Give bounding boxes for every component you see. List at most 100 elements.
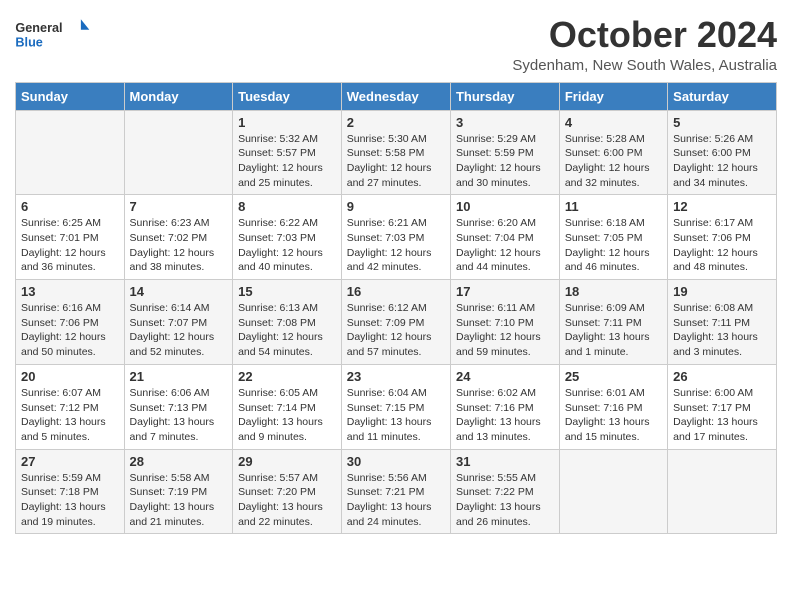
day-detail: Sunrise: 6:13 AM Sunset: 7:08 PM Dayligh…: [238, 301, 336, 360]
day-detail: Sunrise: 6:07 AM Sunset: 7:12 PM Dayligh…: [21, 386, 119, 445]
calendar-cell: 6 Sunrise: 6:25 AM Sunset: 7:01 PM Daylig…: [16, 195, 125, 280]
day-detail: Sunrise: 6:05 AM Sunset: 7:14 PM Dayligh…: [238, 386, 336, 445]
calendar-cell: 22 Sunrise: 6:05 AM Sunset: 7:14 PM Dayli…: [233, 364, 342, 449]
day-detail: Sunrise: 5:59 AM Sunset: 7:18 PM Dayligh…: [21, 471, 119, 530]
day-number: 6: [21, 199, 119, 214]
calendar-cell: 16 Sunrise: 6:12 AM Sunset: 7:09 PM Dayli…: [341, 280, 450, 365]
calendar-cell: [559, 449, 667, 534]
day-number: 17: [456, 284, 554, 299]
calendar-table: SundayMondayTuesdayWednesdayThursdayFrid…: [15, 82, 777, 535]
day-detail: Sunrise: 5:29 AM Sunset: 5:59 PM Dayligh…: [456, 132, 554, 191]
calendar-cell: [668, 449, 777, 534]
calendar-cell: 3 Sunrise: 5:29 AM Sunset: 5:59 PM Daylig…: [450, 110, 559, 195]
day-number: 31: [456, 454, 554, 469]
calendar-week-4: 20 Sunrise: 6:07 AM Sunset: 7:12 PM Dayli…: [16, 364, 777, 449]
day-number: 30: [347, 454, 445, 469]
calendar-cell: 8 Sunrise: 6:22 AM Sunset: 7:03 PM Daylig…: [233, 195, 342, 280]
day-number: 23: [347, 369, 445, 384]
day-detail: Sunrise: 6:04 AM Sunset: 7:15 PM Dayligh…: [347, 386, 445, 445]
day-number: 26: [673, 369, 771, 384]
calendar-week-1: 1 Sunrise: 5:32 AM Sunset: 5:57 PM Daylig…: [16, 110, 777, 195]
calendar-cell: 15 Sunrise: 6:13 AM Sunset: 7:08 PM Dayli…: [233, 280, 342, 365]
calendar-cell: 4 Sunrise: 5:28 AM Sunset: 6:00 PM Daylig…: [559, 110, 667, 195]
day-number: 24: [456, 369, 554, 384]
header-friday: Friday: [559, 82, 667, 110]
calendar-cell: 14Sunrise: 6:14 AM Sunset: 7:07 PM Dayli…: [124, 280, 233, 365]
calendar-cell: 1 Sunrise: 5:32 AM Sunset: 5:57 PM Daylig…: [233, 110, 342, 195]
logo-icon: General Blue: [15, 15, 95, 53]
location: Sydenham, New South Wales, Australia: [512, 57, 777, 74]
month-title: October 2024: [512, 15, 777, 55]
header-sunday: Sunday: [16, 82, 125, 110]
calendar-cell: 11 Sunrise: 6:18 AM Sunset: 7:05 PM Dayli…: [559, 195, 667, 280]
day-detail: Sunrise: 6:02 AM Sunset: 7:16 PM Dayligh…: [456, 386, 554, 445]
day-detail: Sunrise: 6:06 AM Sunset: 7:13 PM Dayligh…: [130, 386, 228, 445]
day-number: 15: [238, 284, 336, 299]
day-detail: Sunrise: 6:23 AM Sunset: 7:02 PM Dayligh…: [130, 216, 228, 275]
calendar-cell: 7Sunrise: 6:23 AM Sunset: 7:02 PM Daylig…: [124, 195, 233, 280]
day-detail: Sunrise: 6:18 AM Sunset: 7:05 PM Dayligh…: [565, 216, 662, 275]
calendar-cell: 21Sunrise: 6:06 AM Sunset: 7:13 PM Dayli…: [124, 364, 233, 449]
day-number: 8: [238, 199, 336, 214]
calendar-cell: 12Sunrise: 6:17 AM Sunset: 7:06 PM Dayli…: [668, 195, 777, 280]
day-detail: Sunrise: 5:57 AM Sunset: 7:20 PM Dayligh…: [238, 471, 336, 530]
day-detail: Sunrise: 5:28 AM Sunset: 6:00 PM Dayligh…: [565, 132, 662, 191]
day-detail: Sunrise: 6:16 AM Sunset: 7:06 PM Dayligh…: [21, 301, 119, 360]
calendar-header-row: SundayMondayTuesdayWednesdayThursdayFrid…: [16, 82, 777, 110]
day-detail: Sunrise: 6:25 AM Sunset: 7:01 PM Dayligh…: [21, 216, 119, 275]
header-saturday: Saturday: [668, 82, 777, 110]
calendar-cell: 2 Sunrise: 5:30 AM Sunset: 5:58 PM Daylig…: [341, 110, 450, 195]
day-number: 28: [130, 454, 228, 469]
calendar-cell: 25Sunrise: 6:01 AM Sunset: 7:16 PM Dayli…: [559, 364, 667, 449]
day-detail: Sunrise: 6:01 AM Sunset: 7:16 PM Dayligh…: [565, 386, 662, 445]
calendar-cell: 20 Sunrise: 6:07 AM Sunset: 7:12 PM Dayli…: [16, 364, 125, 449]
day-number: 3: [456, 115, 554, 130]
header-wednesday: Wednesday: [341, 82, 450, 110]
day-number: 1: [238, 115, 336, 130]
day-number: 2: [347, 115, 445, 130]
day-number: 9: [347, 199, 445, 214]
svg-text:General: General: [15, 21, 62, 35]
calendar-cell: 9 Sunrise: 6:21 AM Sunset: 7:03 PM Daylig…: [341, 195, 450, 280]
day-number: 18: [565, 284, 662, 299]
calendar-cell: 29Sunrise: 5:57 AM Sunset: 7:20 PM Dayli…: [233, 449, 342, 534]
day-detail: Sunrise: 5:32 AM Sunset: 5:57 PM Dayligh…: [238, 132, 336, 191]
day-detail: Sunrise: 6:08 AM Sunset: 7:11 PM Dayligh…: [673, 301, 771, 360]
calendar-cell: 10Sunrise: 6:20 AM Sunset: 7:04 PM Dayli…: [450, 195, 559, 280]
calendar-cell: 28 Sunrise: 5:58 AM Sunset: 7:19 PM Dayli…: [124, 449, 233, 534]
day-detail: Sunrise: 6:20 AM Sunset: 7:04 PM Dayligh…: [456, 216, 554, 275]
day-number: 5: [673, 115, 771, 130]
calendar-cell: 23 Sunrise: 6:04 AM Sunset: 7:15 PM Dayli…: [341, 364, 450, 449]
calendar-cell: [16, 110, 125, 195]
calendar-cell: 26Sunrise: 6:00 AM Sunset: 7:17 PM Dayli…: [668, 364, 777, 449]
calendar-cell: 24 Sunrise: 6:02 AM Sunset: 7:16 PM Dayli…: [450, 364, 559, 449]
day-number: 19: [673, 284, 771, 299]
calendar-cell: 18 Sunrise: 6:09 AM Sunset: 7:11 PM Dayli…: [559, 280, 667, 365]
day-number: 27: [21, 454, 119, 469]
day-detail: Sunrise: 5:30 AM Sunset: 5:58 PM Dayligh…: [347, 132, 445, 191]
title-area: October 2024 Sydenham, New South Wales, …: [512, 15, 777, 74]
day-detail: Sunrise: 6:22 AM Sunset: 7:03 PM Dayligh…: [238, 216, 336, 275]
day-number: 16: [347, 284, 445, 299]
day-detail: Sunrise: 5:56 AM Sunset: 7:21 PM Dayligh…: [347, 471, 445, 530]
day-detail: Sunrise: 6:12 AM Sunset: 7:09 PM Dayligh…: [347, 301, 445, 360]
calendar-cell: 19 Sunrise: 6:08 AM Sunset: 7:11 PM Dayli…: [668, 280, 777, 365]
day-detail: Sunrise: 6:14 AM Sunset: 7:07 PM Dayligh…: [130, 301, 228, 360]
day-number: 4: [565, 115, 662, 130]
calendar-week-2: 6 Sunrise: 6:25 AM Sunset: 7:01 PM Daylig…: [16, 195, 777, 280]
calendar-cell: 5 Sunrise: 5:26 AM Sunset: 6:00 PM Daylig…: [668, 110, 777, 195]
calendar-cell: 31Sunrise: 5:55 AM Sunset: 7:22 PM Dayli…: [450, 449, 559, 534]
calendar-cell: 13Sunrise: 6:16 AM Sunset: 7:06 PM Dayli…: [16, 280, 125, 365]
day-detail: Sunrise: 5:58 AM Sunset: 7:19 PM Dayligh…: [130, 471, 228, 530]
calendar-cell: 30 Sunrise: 5:56 AM Sunset: 7:21 PM Dayli…: [341, 449, 450, 534]
day-number: 11: [565, 199, 662, 214]
day-number: 22: [238, 369, 336, 384]
day-number: 20: [21, 369, 119, 384]
header-monday: Monday: [124, 82, 233, 110]
calendar-week-5: 27 Sunrise: 5:59 AM Sunset: 7:18 PM Dayli…: [16, 449, 777, 534]
header-tuesday: Tuesday: [233, 82, 342, 110]
day-detail: Sunrise: 6:09 AM Sunset: 7:11 PM Dayligh…: [565, 301, 662, 360]
calendar-cell: [124, 110, 233, 195]
day-detail: Sunrise: 5:26 AM Sunset: 6:00 PM Dayligh…: [673, 132, 771, 191]
day-detail: Sunrise: 6:21 AM Sunset: 7:03 PM Dayligh…: [347, 216, 445, 275]
